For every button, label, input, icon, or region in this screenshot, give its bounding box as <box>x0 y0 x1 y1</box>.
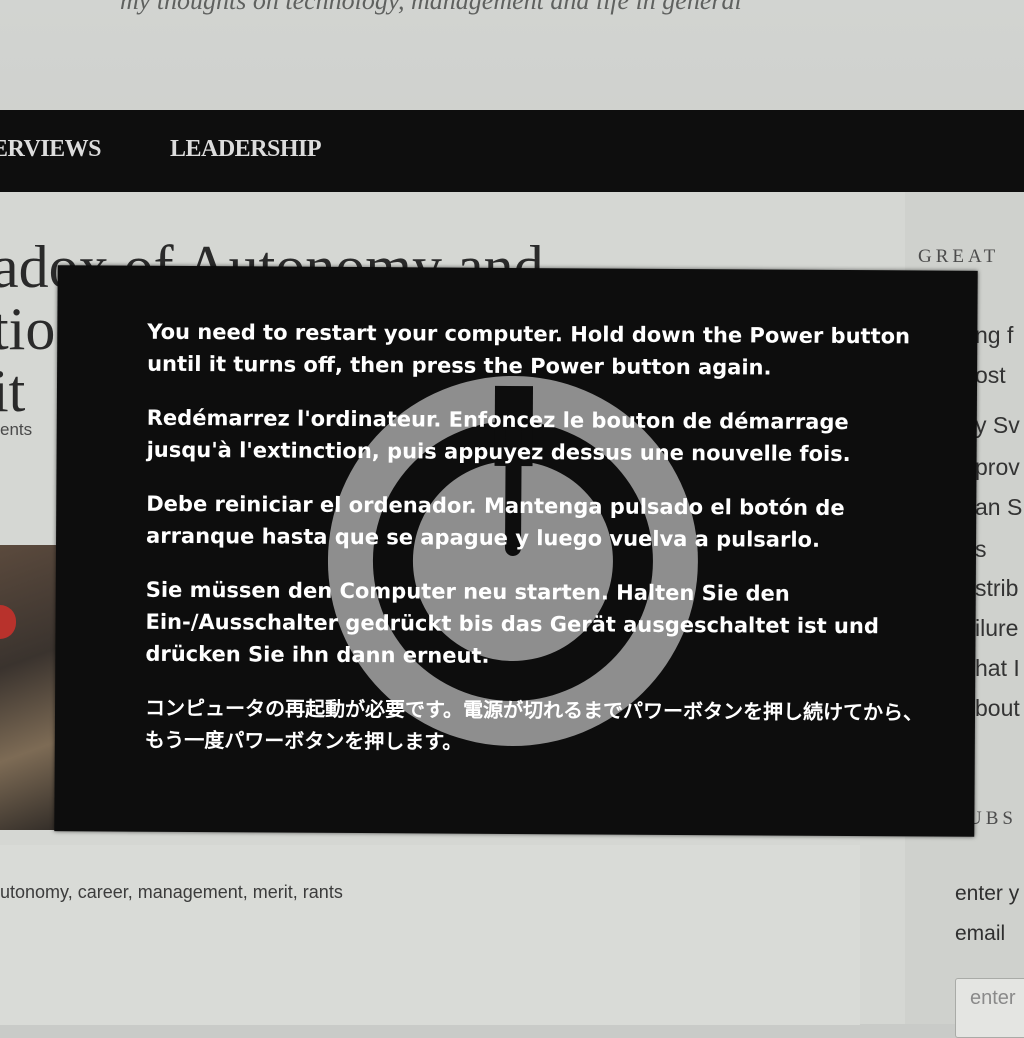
image-detail <box>0 605 16 639</box>
subscribe-description: email <box>955 922 1006 945</box>
nav-bar <box>0 110 1024 192</box>
message-german: Sie müssen den Computer neu starten. Hal… <box>145 577 879 668</box>
sidebar-link[interactable]: strib <box>975 575 1018 602</box>
nav-item-leadership[interactable]: LEADERSHIP <box>170 136 322 163</box>
post-comments-link[interactable]: ents <box>0 420 32 440</box>
sidebar-heading: GREAT <box>918 246 1000 267</box>
sidebar-link[interactable]: y Sv <box>975 412 1020 439</box>
post-footer-card <box>0 845 860 1025</box>
post-tags: utonomy, career, management, merit, rant… <box>0 882 343 902</box>
sidebar-link[interactable]: hat I <box>975 655 1020 682</box>
sidebar-link[interactable]: an S <box>975 494 1022 521</box>
message-japanese: コンピュータの再起動が必要です。電源が切れるまでパワーボタンを押し続けてから、も… <box>144 695 924 754</box>
message-french: Redémarrez l'ordinateur. Enfoncez le bou… <box>146 405 851 467</box>
sidebar-link[interactable]: bout <box>975 695 1020 722</box>
blog-tagline: my thoughts on technology, management an… <box>120 0 742 15</box>
subscribe-email-input[interactable]: enter <box>955 978 1024 1038</box>
message-english: You need to restart your computer. Hold … <box>147 319 911 380</box>
nav-item-interviews[interactable]: ERVIEWS <box>0 136 102 163</box>
sidebar-link[interactable]: ng f <box>975 322 1013 349</box>
subscribe-description: enter y <box>955 882 1020 905</box>
sidebar-link[interactable]: s <box>975 536 987 563</box>
restart-instructions: You need to restart your computer. Hold … <box>145 316 938 783</box>
message-spanish: Debe reiniciar el ordenador. Mantenga pu… <box>146 491 845 552</box>
sidebar-link[interactable]: prov <box>975 454 1020 481</box>
subscribe-heading: UBS <box>968 808 1017 829</box>
restart-required-dialog: You need to restart your computer. Hold … <box>54 265 978 837</box>
sidebar-link[interactable]: ost <box>975 362 1006 389</box>
sidebar-link[interactable]: ilure <box>975 615 1018 642</box>
